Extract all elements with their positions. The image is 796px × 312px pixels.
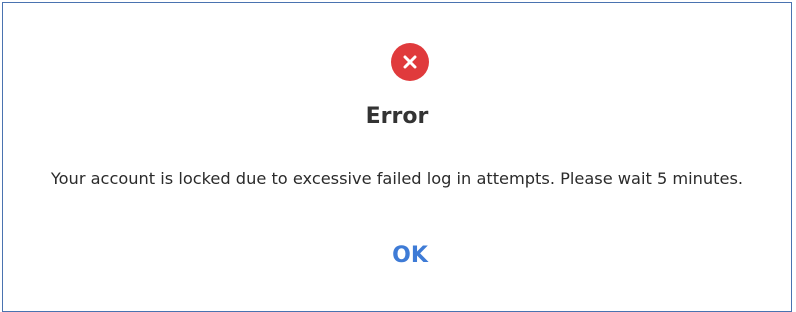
dialog-title: Error xyxy=(365,104,429,129)
error-x-circle-icon xyxy=(391,43,429,81)
error-dialog: Error Your account is locked due to exce… xyxy=(2,2,792,312)
dialog-message: Your account is locked due to excessive … xyxy=(50,169,744,188)
ok-button[interactable]: OK xyxy=(373,236,447,276)
close-x-glyph xyxy=(403,55,417,69)
